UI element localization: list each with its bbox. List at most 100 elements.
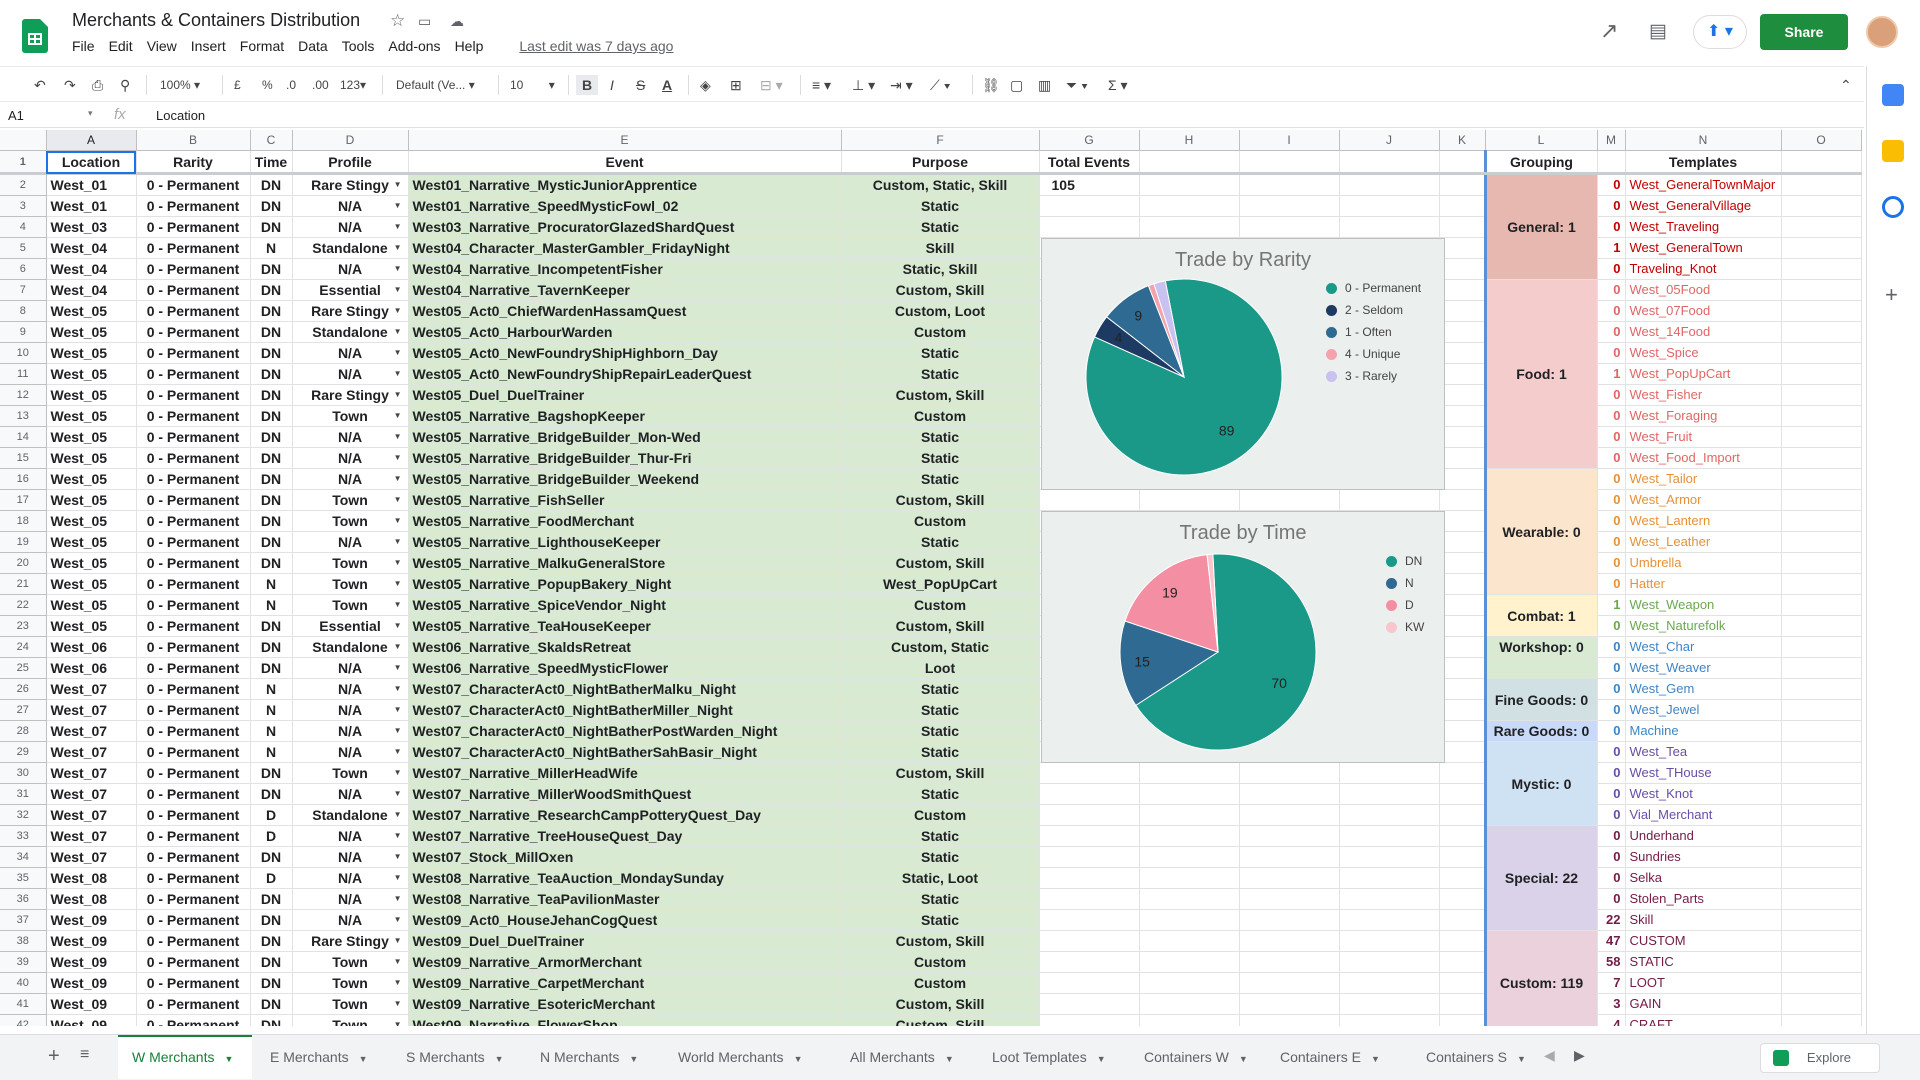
template-count[interactable]: 0 <box>1597 342 1626 364</box>
formula-input[interactable]: Location <box>156 108 205 123</box>
filter-icon[interactable]: ⏷ ▾ <box>1066 75 1088 95</box>
cell-purpose[interactable]: Static <box>841 363 1040 385</box>
cell-h[interactable] <box>1139 888 1240 910</box>
template-count[interactable]: 58 <box>1597 951 1626 973</box>
cell-profile-dropdown[interactable]: N/A <box>292 531 409 553</box>
column-header-e[interactable]: E <box>408 130 842 151</box>
sheet-grid[interactable]: ABCDEFGHIJKLMNO 1 Location Rarity Time Profi… <box>0 130 1864 1026</box>
template-count[interactable]: 1 <box>1597 594 1626 616</box>
template-name[interactable]: West_GeneralVillage <box>1625 195 1782 217</box>
cell-j[interactable] <box>1339 993 1440 1015</box>
cell-location[interactable]: West_09 <box>46 909 137 931</box>
column-header-l[interactable]: L <box>1485 130 1598 151</box>
move-folder-icon[interactable]: ▭ <box>418 13 431 30</box>
cell-o[interactable] <box>1781 300 1862 322</box>
menu-view[interactable]: View <box>147 38 177 54</box>
insert-chart-icon[interactable]: ▥ <box>1038 75 1051 95</box>
zoom-select[interactable]: 100% ▾ <box>160 75 200 95</box>
cell-purpose[interactable]: Custom, Skill <box>841 993 1040 1015</box>
cell-profile-dropdown[interactable]: Town <box>292 762 409 784</box>
cell-profile-dropdown[interactable]: N/A <box>292 426 409 448</box>
template-count[interactable]: 0 <box>1597 741 1626 763</box>
cell-k[interactable] <box>1439 489 1487 511</box>
cell-h[interactable] <box>1139 825 1240 847</box>
header-cell-c[interactable]: Time <box>250 150 293 175</box>
cell-time[interactable]: DN <box>250 552 293 574</box>
template-count[interactable]: 0 <box>1597 846 1626 868</box>
template-name[interactable]: West_Fruit <box>1625 426 1782 448</box>
cell-purpose[interactable]: Static <box>841 468 1040 490</box>
template-count[interactable]: 0 <box>1597 552 1626 574</box>
text-color-button[interactable]: A <box>662 75 672 95</box>
cell-time[interactable]: N <box>250 741 293 763</box>
tab-menu-chevron-icon[interactable]: ▼ <box>794 1054 803 1064</box>
italic-button[interactable]: I <box>610 75 614 95</box>
template-count[interactable]: 0 <box>1597 804 1626 826</box>
vertical-align-icon[interactable]: ⊥ ▾ <box>852 75 875 95</box>
cell-o[interactable] <box>1781 321 1862 343</box>
row-header[interactable]: 35 <box>0 867 47 889</box>
cell-rarity[interactable]: 0 - Permanent <box>136 678 251 700</box>
cell-profile-dropdown[interactable]: N/A <box>292 825 409 847</box>
cell-purpose[interactable]: Custom <box>841 321 1040 343</box>
cell-g[interactable] <box>1039 783 1140 805</box>
template-name[interactable]: West_Knot <box>1625 783 1782 805</box>
cell-j[interactable] <box>1339 489 1440 511</box>
cell-o[interactable] <box>1781 258 1862 280</box>
cell-i[interactable] <box>1239 867 1340 889</box>
cell-g[interactable] <box>1039 888 1140 910</box>
menu-tools[interactable]: Tools <box>342 38 375 54</box>
template-name[interactable]: West_14Food <box>1625 321 1782 343</box>
cell-o[interactable] <box>1781 636 1862 658</box>
select-all-corner[interactable] <box>0 130 47 151</box>
row-header[interactable]: 9 <box>0 321 47 343</box>
header-cell-o[interactable] <box>1781 150 1862 175</box>
cell-profile-dropdown[interactable]: N/A <box>292 468 409 490</box>
menu-addons[interactable]: Add-ons <box>388 38 440 54</box>
cell-location[interactable]: West_05 <box>46 531 137 553</box>
template-name[interactable]: West_Weapon <box>1625 594 1782 616</box>
cell-rarity[interactable]: 0 - Permanent <box>136 993 251 1015</box>
cell-rarity[interactable]: 0 - Permanent <box>136 216 251 238</box>
cell-event[interactable]: West05_Act0_ChiefWardenHassamQuest <box>408 300 842 322</box>
cell-location[interactable]: West_07 <box>46 783 137 805</box>
cell-o[interactable] <box>1781 657 1862 679</box>
cell-time[interactable]: DN <box>250 636 293 658</box>
print-icon[interactable]: ⎙ <box>92 75 103 95</box>
sheet-tab-containers-e[interactable]: Containers E ▼ <box>1266 1035 1408 1079</box>
header-cell-k[interactable] <box>1439 150 1487 175</box>
tab-menu-chevron-icon[interactable]: ▼ <box>1097 1054 1106 1064</box>
cell-event[interactable]: West08_Narrative_TeaAuction_MondaySunday <box>408 867 842 889</box>
row-header[interactable]: 18 <box>0 510 47 532</box>
cell-profile-dropdown[interactable]: N/A <box>292 678 409 700</box>
sheet-tab-s-merchants[interactable]: S Merchants ▼ <box>392 1035 522 1079</box>
cell-profile-dropdown[interactable]: N/A <box>292 699 409 721</box>
cell-g[interactable] <box>1039 1014 1140 1026</box>
cell-profile-dropdown[interactable]: Town <box>292 405 409 427</box>
cell-purpose[interactable]: Static, Skill <box>841 258 1040 280</box>
cell-i[interactable] <box>1239 909 1340 931</box>
cell-location[interactable]: West_07 <box>46 804 137 826</box>
cell-event[interactable]: West09_Narrative_EsotericMerchant <box>408 993 842 1015</box>
cell-event[interactable]: West06_Narrative_SpeedMysticFlower <box>408 657 842 679</box>
cell-location[interactable]: West_08 <box>46 867 137 889</box>
cell-event[interactable]: West04_Narrative_TavernKeeper <box>408 279 842 301</box>
cell-j[interactable] <box>1339 825 1440 847</box>
cell-h[interactable] <box>1139 993 1240 1015</box>
cell-location[interactable]: West_01 <box>46 195 137 217</box>
cell-k[interactable] <box>1439 783 1487 805</box>
template-name[interactable]: West_Armor <box>1625 489 1782 511</box>
cell-event[interactable]: West01_Narrative_SpeedMysticFowl_02 <box>408 195 842 217</box>
cell-k[interactable] <box>1439 888 1487 910</box>
cell-k[interactable] <box>1439 993 1487 1015</box>
undo-icon[interactable]: ↶ <box>34 75 46 95</box>
cell-location[interactable]: West_05 <box>46 363 137 385</box>
cell-rarity[interactable]: 0 - Permanent <box>136 699 251 721</box>
cell-profile-dropdown[interactable]: N/A <box>292 846 409 868</box>
cell-location[interactable]: West_07 <box>46 678 137 700</box>
cell-time[interactable]: DN <box>250 762 293 784</box>
row-header[interactable]: 36 <box>0 888 47 910</box>
template-count[interactable]: 0 <box>1597 867 1626 889</box>
template-name[interactable]: West_Fisher <box>1625 384 1782 406</box>
column-header-f[interactable]: F <box>841 130 1040 151</box>
